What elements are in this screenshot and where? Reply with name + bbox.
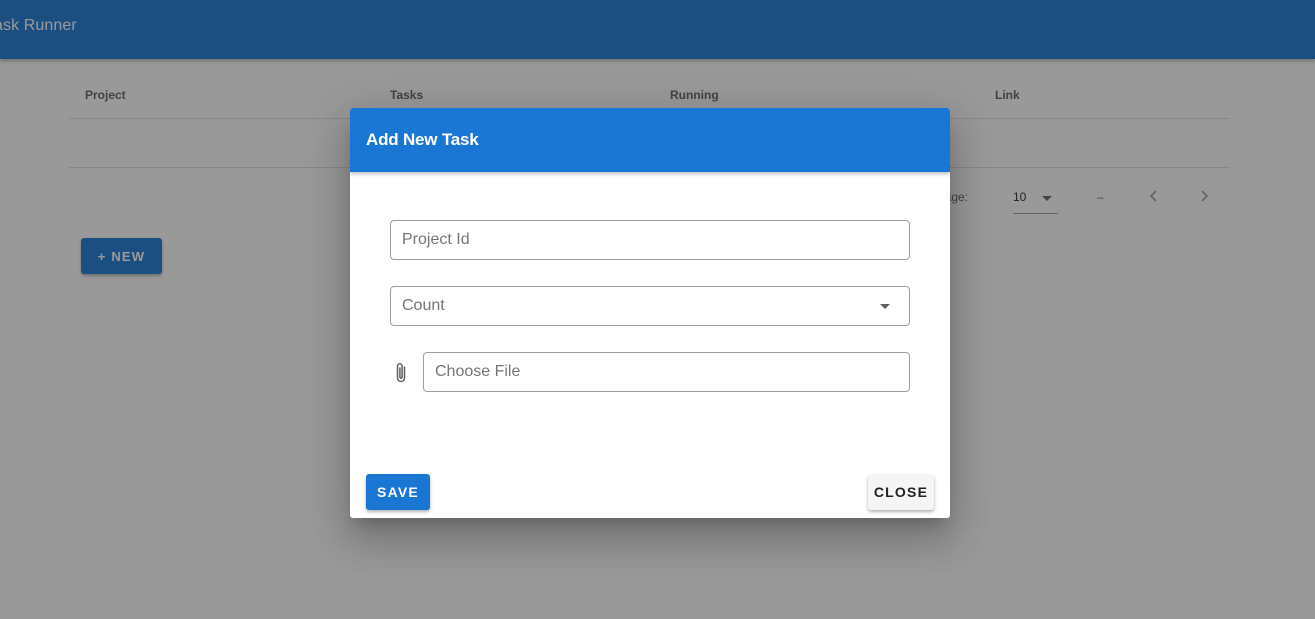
add-task-dialog: Add New Task Count Choose File SAVE CLOS…: [350, 108, 950, 518]
count-select[interactable]: Count: [390, 286, 910, 326]
project-id-field[interactable]: [390, 220, 910, 260]
dialog-title: Add New Task: [366, 130, 479, 149]
close-button[interactable]: CLOSE: [868, 474, 934, 510]
save-button[interactable]: SAVE: [366, 474, 430, 510]
file-input-field[interactable]: Choose File: [423, 352, 910, 392]
count-select-placeholder: Count: [402, 297, 445, 314]
project-id-input[interactable]: [391, 221, 909, 259]
paperclip-icon[interactable]: [392, 360, 410, 386]
dialog-header: Add New Task: [350, 108, 950, 172]
caret-down-icon: [880, 304, 890, 309]
file-input-placeholder: Choose File: [435, 363, 521, 380]
